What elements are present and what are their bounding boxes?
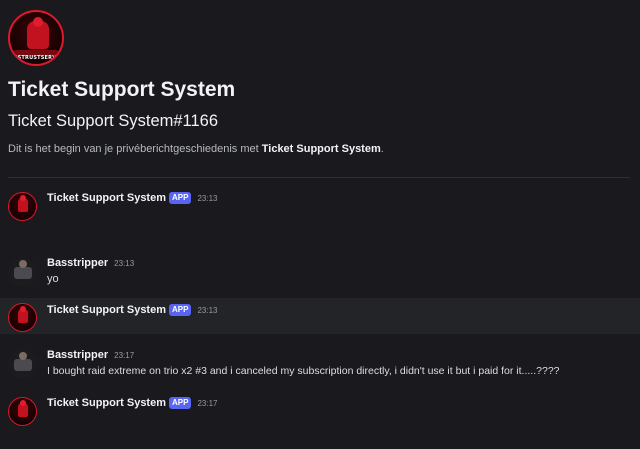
bot-avatar-icon[interactable] bbox=[8, 397, 37, 426]
message-text: I bought raid extreme on trio x2 #3 and … bbox=[47, 365, 560, 377]
bot-avatar-icon[interactable] bbox=[8, 192, 37, 221]
message-author[interactable]: Ticket Support System bbox=[47, 397, 166, 409]
user-avatar-icon[interactable] bbox=[8, 350, 37, 379]
message-timestamp: 23:17 bbox=[114, 350, 135, 360]
bot-avatar-icon[interactable] bbox=[8, 303, 37, 332]
message-timestamp: 23:13 bbox=[114, 258, 135, 268]
message-item: Ticket Support System APP 23:13 bbox=[0, 298, 640, 334]
app-badge: APP bbox=[169, 304, 192, 316]
divider bbox=[8, 177, 630, 178]
page-title: Ticket Support System bbox=[8, 78, 236, 101]
message-author[interactable]: Ticket Support System bbox=[47, 304, 166, 316]
bot-handle: Ticket Support System#1166 bbox=[8, 112, 219, 130]
message-timestamp: 23:13 bbox=[197, 193, 218, 203]
dm-header: BESTRUSTSERVER Ticket Support System Tic… bbox=[8, 10, 632, 157]
message-author[interactable]: Ticket Support System bbox=[47, 192, 166, 204]
message-item: Ticket Support System APP 23:17 bbox=[0, 392, 640, 432]
message-text: yo bbox=[47, 273, 59, 285]
app-badge: APP bbox=[169, 397, 192, 409]
message-author[interactable]: Basstripper bbox=[47, 257, 108, 269]
avatar-logo-text: BESTRUSTSERVER bbox=[10, 55, 64, 61]
user-avatar-icon[interactable] bbox=[8, 258, 37, 287]
bot-profile-avatar[interactable]: BESTRUSTSERVER bbox=[8, 10, 64, 66]
message-timestamp: 23:17 bbox=[197, 398, 218, 408]
message-item: Basstripper 23:13 yo bbox=[0, 252, 640, 298]
app-badge: APP bbox=[169, 192, 192, 204]
message-item: Ticket Support System APP 23:13 bbox=[0, 186, 640, 226]
message-author[interactable]: Basstripper bbox=[47, 349, 108, 361]
dm-intro-text: Dit is het begin van je privéberichtgesc… bbox=[8, 143, 384, 155]
intro-bot-name: Ticket Support System bbox=[261, 143, 381, 155]
message-item: Basstripper 23:17 I bought raid extreme … bbox=[0, 344, 640, 388]
message-timestamp: 23:13 bbox=[197, 305, 218, 315]
